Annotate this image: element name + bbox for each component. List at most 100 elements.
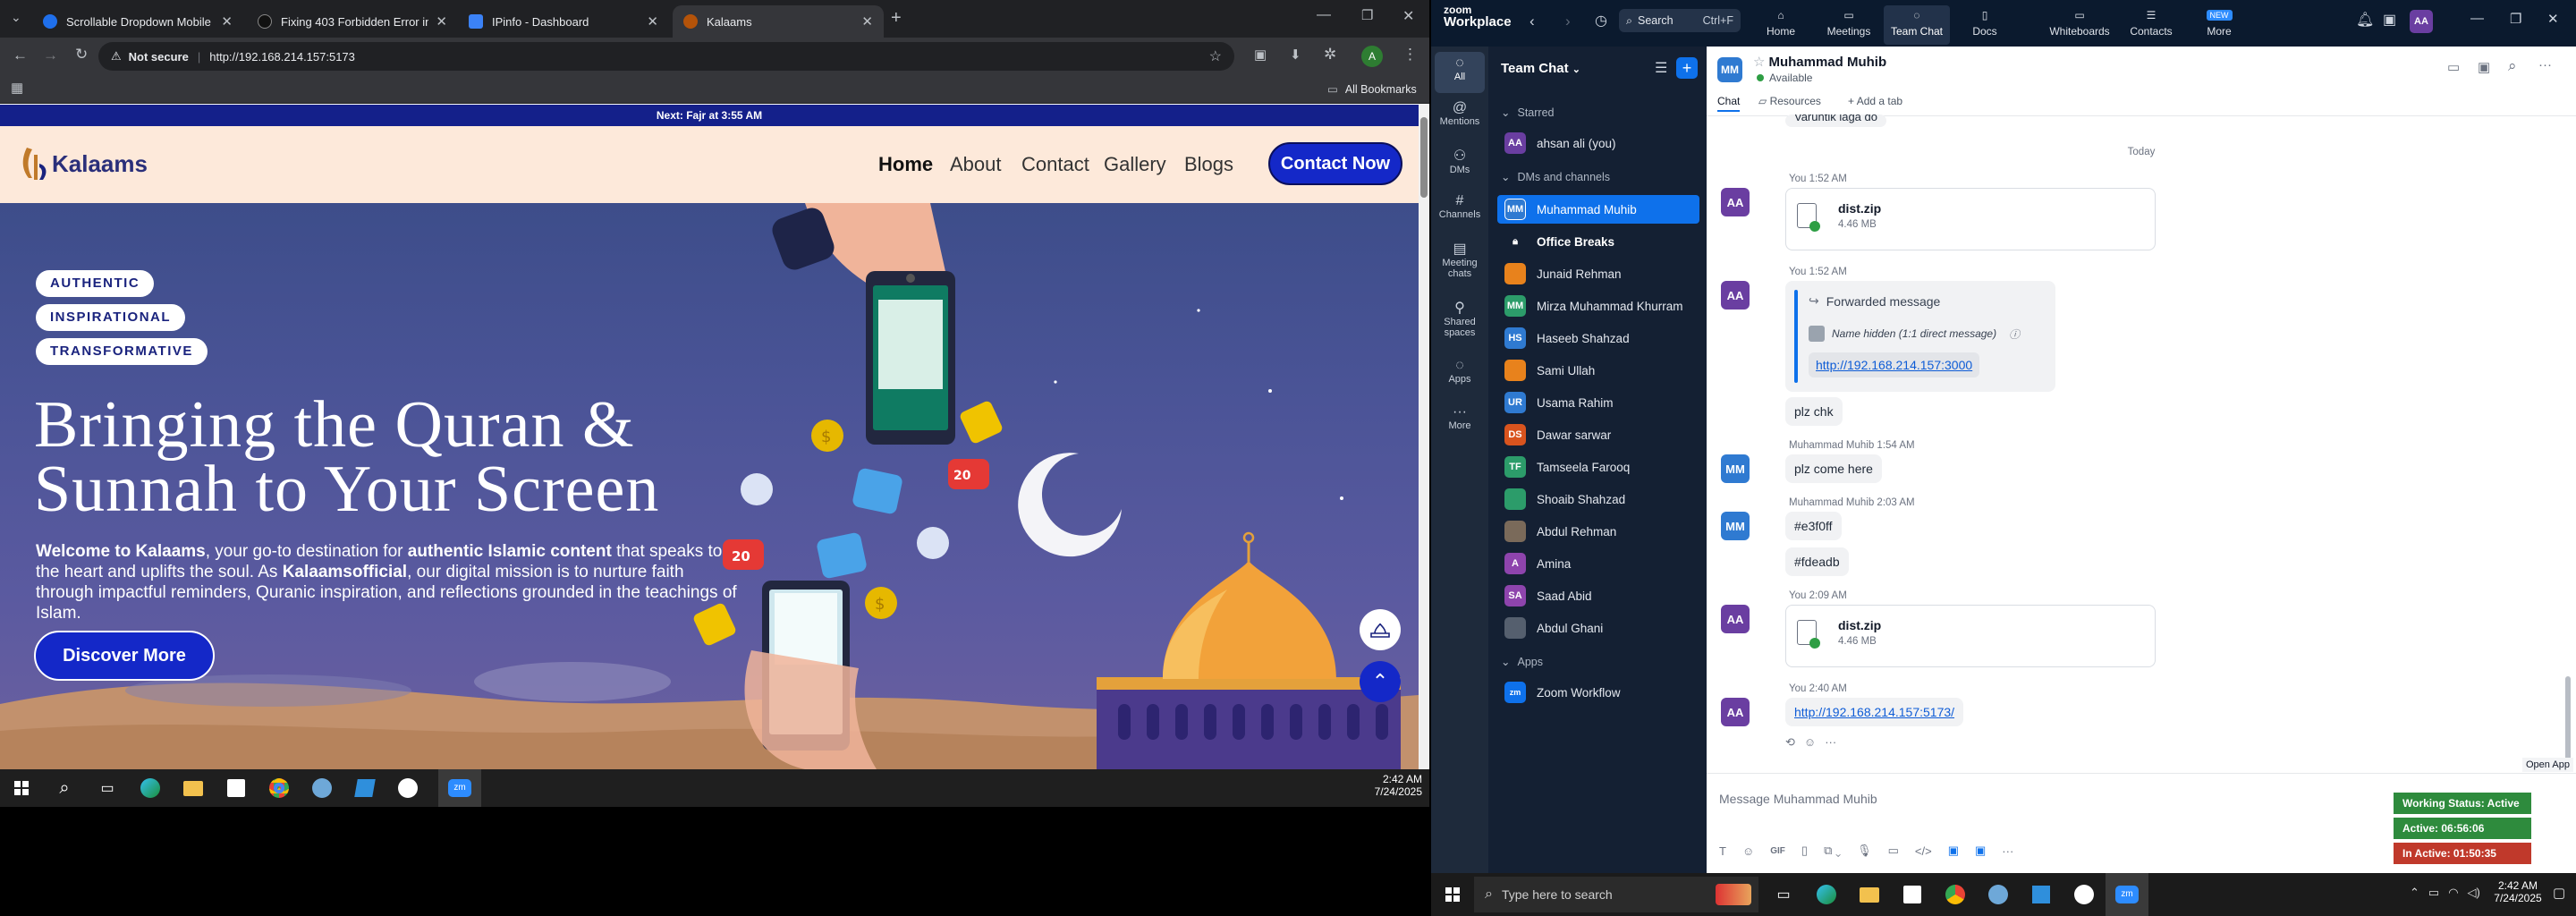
sidebar-item-office-breaks[interactable]: 🔒︎ Office Breaks [1497,227,1699,256]
vscode-icon[interactable] [343,769,386,807]
more-options-icon[interactable]: ··· [2538,57,2552,72]
tab-kalaams[interactable]: Kalaams ✕ [673,5,884,38]
store-icon[interactable] [215,769,258,807]
scroll-to-top-button[interactable]: ⌃ [1360,661,1401,702]
sidebar-item-mirza-muhammad-khurram[interactable]: MM Mirza Muhammad Khurram [1497,292,1699,320]
close-tab-icon[interactable]: ✕ [647,13,658,30]
app-icon[interactable]: ▣ [1975,844,1986,858]
more-icon[interactable]: ··· [1825,735,1836,750]
screen-share-icon[interactable]: ▣ [2478,59,2490,75]
all-bookmarks-button[interactable]: ▭ All Bookmarks [1327,82,1417,97]
nav-contacts[interactable]: ☰ Contacts [2118,5,2184,45]
open-app-button[interactable]: Open App [2522,758,2573,772]
new-chat-button[interactable]: + [1676,57,1698,79]
sidebar-item-saad-abid[interactable]: SA Saad Abid [1497,581,1699,610]
forwarded-message-card[interactable]: ↪ Forwarded message Name hidden (1:1 dire… [1785,281,2055,392]
sidebar-item-zoom-workflow[interactable]: zm Zoom Workflow [1497,678,1699,707]
sidebar-item-dawar-sarwar[interactable]: DS Dawar sarwar [1497,420,1699,449]
chat-scrollbar[interactable] [2565,122,2571,766]
tab-resources[interactable]: ▱ Resources [1758,95,1821,107]
left-clock[interactable]: 2:42 AM 7/24/2025 [1368,773,1422,798]
tray-chevron-icon[interactable]: ⌃ [2410,886,2419,900]
omnibox[interactable]: ⚠ Not secure | http://192.168.214.157:51… [98,42,1234,71]
store-icon[interactable] [1891,873,1934,916]
nav-docs[interactable]: ▯ Docs [1952,5,2018,45]
info-icon[interactable]: ⓘ [2009,327,2020,342]
edge-icon[interactable] [1805,873,1848,916]
new-tab-icon[interactable]: + [891,8,902,29]
minimize-icon[interactable]: — [2470,11,2484,26]
rail-meeting-chats[interactable]: ▤ Meeting chats [1431,240,1488,279]
sidebar-item-muhammad-muhib[interactable]: MM Muhammad Muhib [1497,195,1699,224]
right-clock[interactable]: 2:42 AM 7/24/2025 [2490,879,2546,904]
close-tab-icon[interactable]: ✕ [221,13,233,30]
contact-now-button[interactable]: Contact Now [1268,142,1402,185]
apps-grid-icon[interactable]: ▦ [11,80,23,96]
file-explorer-icon[interactable] [172,769,215,807]
sidebar-item-shoaib-shahzad[interactable]: Shoaib Shahzad [1497,485,1699,513]
star-icon[interactable]: ☆ [1753,55,1765,70]
task-view-icon[interactable]: ▭ [1762,873,1805,916]
scrollbar-thumb[interactable] [1420,117,1428,198]
windows-start-icon[interactable] [0,769,43,807]
file-attachment[interactable]: dist.zip 4.46 MB [1785,605,2156,667]
code-snippet-icon[interactable]: </> [1915,844,1932,858]
video-message-icon[interactable]: ▭ [1888,844,1899,858]
message-bubble[interactable]: http://192.168.214.157:5173/ [1785,698,1964,726]
sidebar-item-usama-rahim[interactable]: UR Usama Rahim [1497,388,1699,417]
rail-mentions[interactable]: @ Mentions [1431,100,1488,127]
file-explorer-icon[interactable] [1848,873,1891,916]
close-tab-icon[interactable]: ✕ [436,13,447,30]
app-icon[interactable] [1977,873,2020,916]
close-window-icon[interactable]: ✕ [1402,7,1414,25]
close-tab-icon[interactable]: ✕ [861,13,873,30]
app-icon[interactable] [301,769,343,807]
windows-start-icon[interactable] [1431,873,1474,916]
rail-dms[interactable]: ⚇ DMs [1431,147,1488,175]
task-view-icon[interactable]: ▭ [86,769,129,807]
wifi-icon[interactable]: ◠ [2448,886,2458,900]
rail-apps[interactable]: ◌ Apps [1431,358,1488,385]
app-icon[interactable] [2063,873,2106,916]
nav-team-chat[interactable]: ◌ Team Chat [1884,5,1950,45]
notifications-bell-icon[interactable]: 🔔︎ [2356,11,2374,29]
extensions-puzzle-icon[interactable]: ✲ [1324,46,1336,64]
url-text[interactable]: http://192.168.214.157:5173 [209,50,355,64]
edge-icon[interactable] [129,769,172,807]
starred-section-header[interactable]: ⌄ Starred [1501,106,1554,120]
sidebar-item-junaid-rehman[interactable]: Junaid Rehman [1497,259,1699,288]
link-text[interactable]: http://192.168.214.157:3000 [1816,358,1972,372]
tab-chat[interactable]: Chat [1717,95,1741,112]
zoom-taskbar-icon[interactable]: zm [2106,873,2148,916]
forwarded-link[interactable]: http://192.168.214.157:3000 [1809,352,1980,377]
tab-scrollable-dropdown[interactable]: Scrollable Dropdown Mobile Fi ✕ [32,5,243,38]
microphone-icon[interactable]: 🎙︎ [1857,844,1872,858]
screenshot-icon[interactable]: ⧉ ⌄ [1824,844,1841,858]
restore-icon[interactable]: ❐ [2510,11,2521,27]
nav-whiteboards[interactable]: ▭ Whiteboards [2041,5,2118,45]
nav-home[interactable]: Home [878,153,933,176]
forward-icon[interactable]: › [1565,13,1571,30]
link-text[interactable]: http://192.168.214.157:5173/ [1794,705,1954,719]
zoom-search-box[interactable]: ⌕ Search Ctrl+F [1619,9,1741,32]
minimize-icon[interactable]: — [1317,7,1331,23]
nav-blogs[interactable]: Blogs [1184,153,1233,176]
file-attachment[interactable]: dist.zip 4.46 MB [1785,188,2156,250]
chrome-icon[interactable] [258,769,301,807]
gif-button[interactable]: GIF [1770,846,1785,856]
nav-contact[interactable]: Contact [1021,153,1089,176]
nav-home[interactable]: ⌂ Home [1748,5,1814,45]
tab-add[interactable]: + Add a tab [1848,95,1902,107]
extension-icon[interactable]: ▣ [1254,47,1267,63]
page-scrollbar[interactable] [1419,105,1429,769]
chat-avatar[interactable]: MM [1717,57,1742,82]
tab-fixing-403[interactable]: Fixing 403 Forbidden Error in A ✕ [247,5,458,38]
sidebar-item-tamseela-farooq[interactable]: TF Tamseela Farooq [1497,453,1699,481]
search-icon[interactable]: ⌕ [43,769,86,807]
apps-section-header[interactable]: ⌄ Apps [1501,655,1543,669]
bookmark-star-icon[interactable]: ☆ [1209,47,1222,65]
sidebar-item-haseeb-shahzad[interactable]: HS Haseeb Shahzad [1497,324,1699,352]
chrome-menu-icon[interactable]: ⋮ [1402,46,1418,64]
more-options-icon[interactable]: ··· [2002,844,2013,858]
nav-meetings[interactable]: ▭ Meetings [1816,5,1882,45]
